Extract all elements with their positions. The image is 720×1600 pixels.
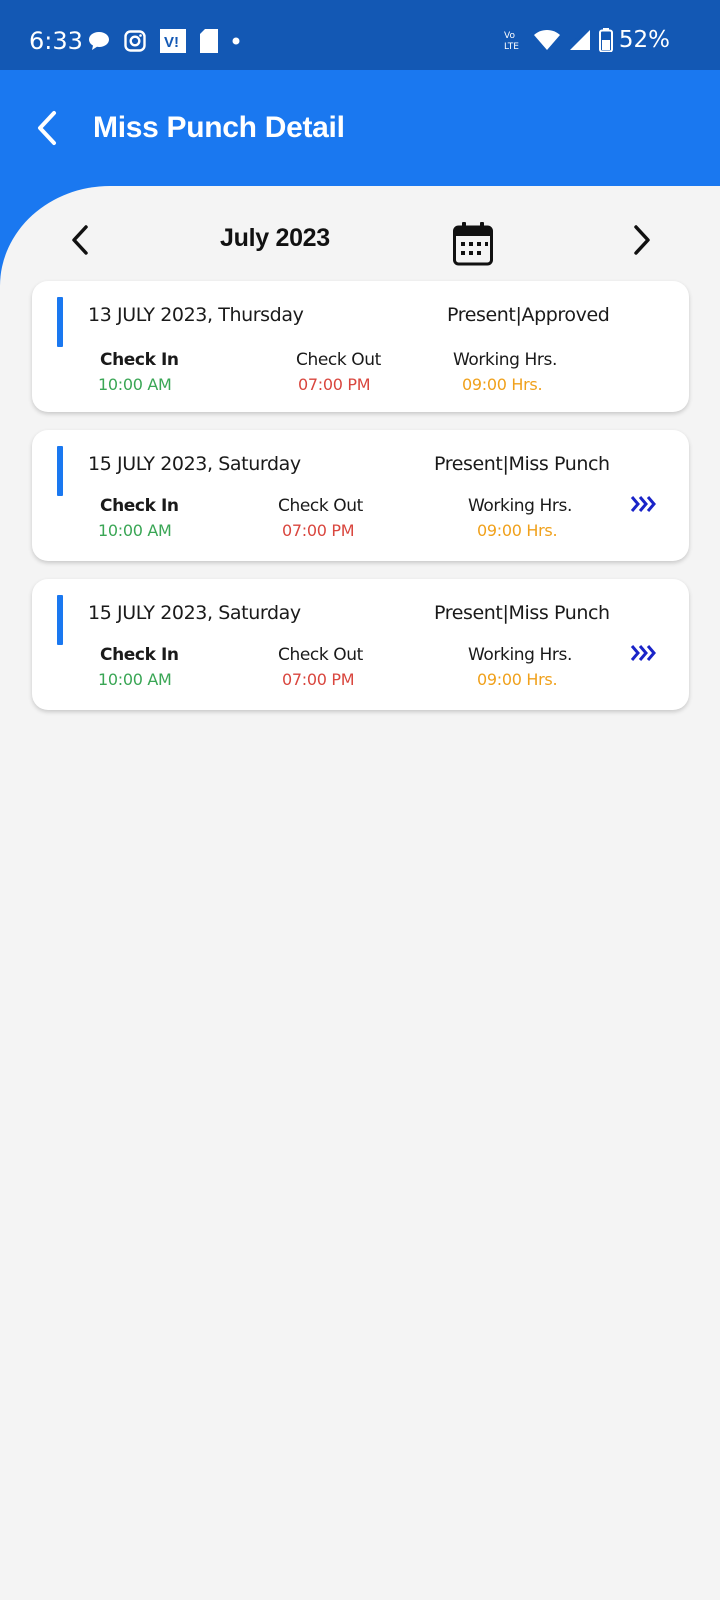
- working-hrs-value: 09:00 Hrs.: [477, 521, 558, 540]
- card-status: Present|Approved: [447, 304, 610, 326]
- card-status: Present|Miss Punch: [434, 453, 610, 475]
- working-hrs-label: Working Hrs.: [468, 496, 572, 516]
- working-hrs-label: Working Hrs.: [453, 350, 557, 370]
- signal-icon: [569, 30, 590, 50]
- card-accent-bar: [57, 595, 63, 645]
- check-out-value: 07:00 PM: [298, 375, 371, 394]
- system-icons: Vo LTE 52%: [503, 27, 670, 53]
- check-in-label: Check In: [100, 350, 179, 370]
- card-status: Present|Miss Punch: [434, 602, 610, 624]
- check-in-value: 10:00 AM: [98, 375, 172, 394]
- working-hrs-value: 09:00 Hrs.: [462, 375, 543, 394]
- status-time: 6:33: [29, 27, 83, 55]
- check-out-value: 07:00 PM: [282, 521, 355, 540]
- check-out-value: 07:00 PM: [282, 670, 355, 689]
- attendance-card[interactable]: 13 JULY 2023, Thursday Present|Approved …: [32, 281, 689, 412]
- attendance-card[interactable]: 15 JULY 2023, Saturday Present|Miss Punc…: [32, 579, 689, 710]
- working-hrs-value: 09:00 Hrs.: [477, 670, 558, 689]
- month-nav: July 2023: [0, 216, 720, 272]
- card-date: 13 JULY 2023, Thursday: [88, 304, 304, 326]
- working-hrs-label: Working Hrs.: [468, 645, 572, 665]
- check-in-label: Check In: [100, 645, 179, 665]
- card-date: 15 JULY 2023, Saturday: [88, 453, 301, 475]
- check-in-value: 10:00 AM: [98, 521, 172, 540]
- triple-chevron-right-icon[interactable]: [630, 495, 658, 513]
- back-button[interactable]: [32, 108, 62, 148]
- card-accent-bar: [57, 297, 63, 347]
- check-out-label: Check Out: [296, 350, 381, 370]
- wifi-icon: [533, 30, 560, 50]
- page-title: Miss Punch Detail: [93, 111, 345, 144]
- check-in-label: Check In: [100, 496, 179, 516]
- calendar-icon[interactable]: [453, 222, 493, 266]
- status-bar: 6:33 V! Vo LTE 52%: [0, 0, 720, 70]
- svg-text:Vo: Vo: [504, 31, 515, 41]
- card-date: 15 JULY 2023, Saturday: [88, 602, 301, 624]
- check-in-value: 10:00 AM: [98, 670, 172, 689]
- chat-icon: [89, 32, 109, 50]
- instagram-icon: [124, 30, 146, 52]
- battery-icon: [598, 28, 613, 52]
- prev-month-button[interactable]: [66, 222, 96, 258]
- volte-icon: Vo LTE: [504, 31, 519, 51]
- dot-icon: [232, 37, 240, 45]
- svg-text:LTE: LTE: [504, 42, 519, 51]
- svg-text:V!: V!: [164, 34, 179, 51]
- battery-percentage: 52%: [618, 27, 670, 53]
- next-month-button[interactable]: [626, 222, 656, 258]
- triple-chevron-right-icon[interactable]: [630, 644, 658, 662]
- attendance-card[interactable]: 15 JULY 2023, Saturday Present|Miss Punc…: [32, 430, 689, 561]
- vi-icon: V!: [160, 29, 186, 53]
- notification-icons: V!: [88, 29, 240, 53]
- app-header: Miss Punch Detail: [0, 70, 720, 190]
- card-accent-bar: [57, 446, 63, 496]
- month-label: July 2023: [220, 224, 330, 252]
- sim-icon: [200, 29, 218, 53]
- check-out-label: Check Out: [278, 645, 363, 665]
- check-out-label: Check Out: [278, 496, 363, 516]
